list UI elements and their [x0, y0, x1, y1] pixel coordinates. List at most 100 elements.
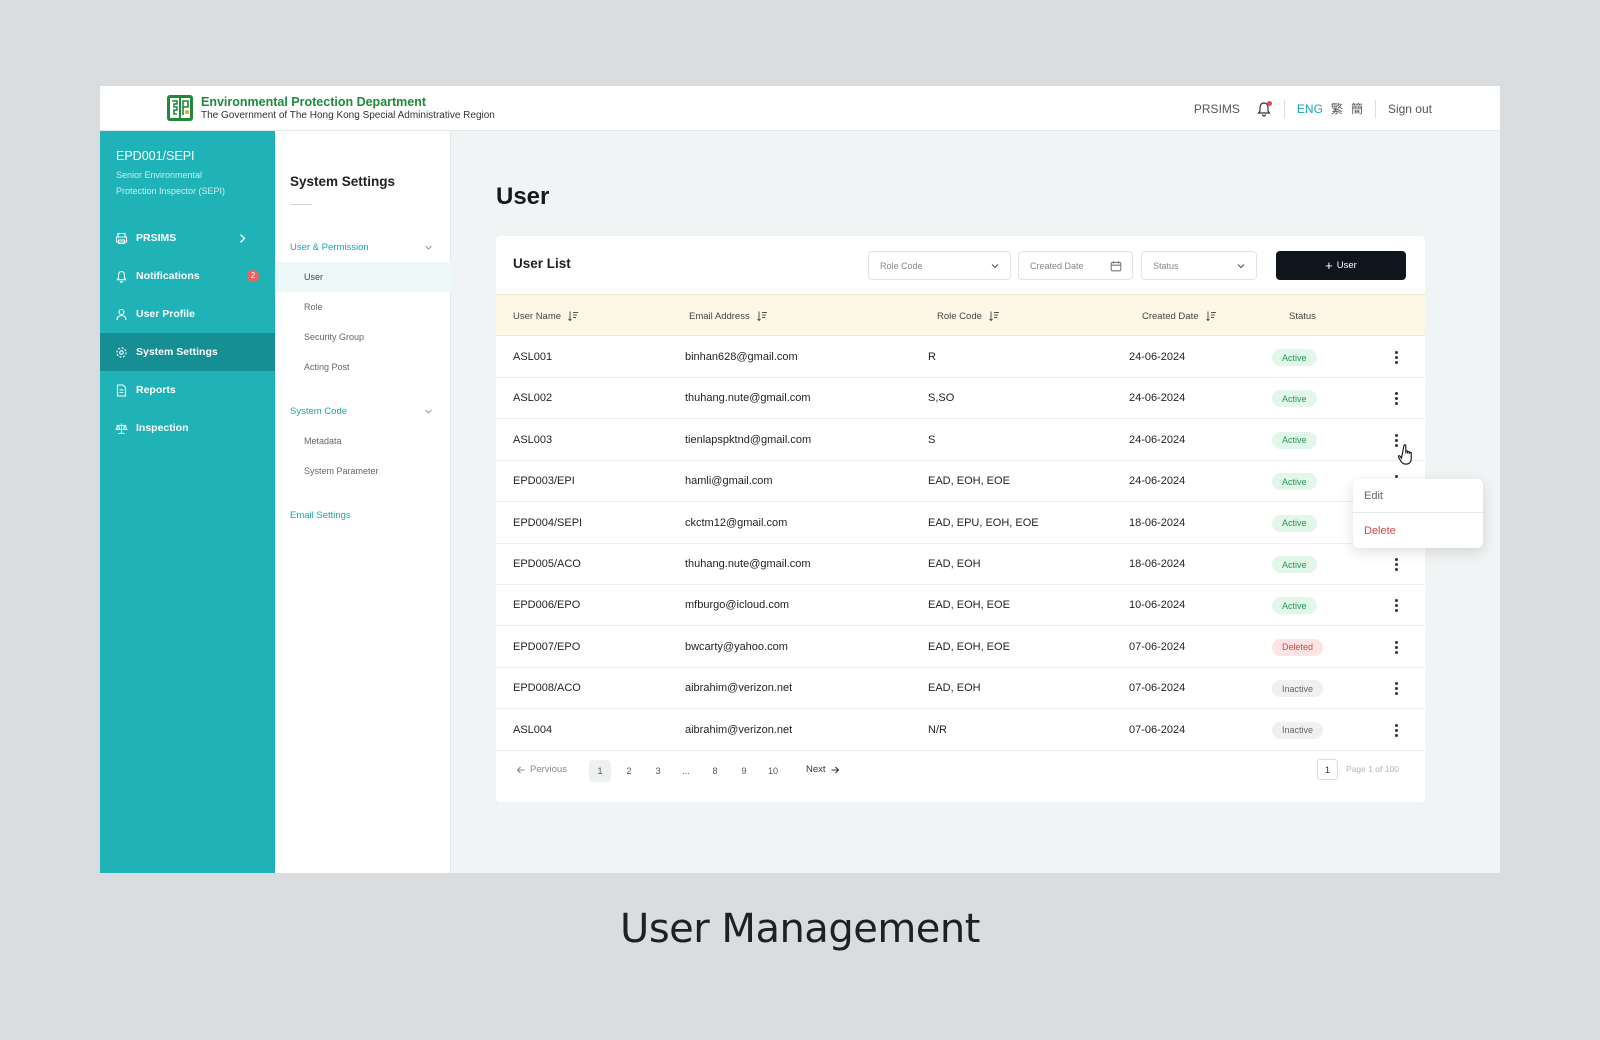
status-badge: Deleted: [1272, 638, 1324, 656]
status-badge: Active: [1272, 473, 1317, 491]
next-label: Next: [806, 764, 826, 775]
column-header-role-code[interactable]: Role Code: [937, 295, 1000, 337]
status-badge: Active: [1272, 514, 1317, 532]
notification-dot: [1266, 100, 1272, 106]
subnav-item-user[interactable]: User: [275, 262, 451, 292]
table-row[interactable]: ASL001 binhan628@gmail.com R 24-06-2024 Acti…: [496, 336, 1425, 378]
table-row[interactable]: EPD008/ACO aibrahim@verizon.net EAD, EOH 07…: [496, 667, 1425, 710]
page-jump-input[interactable]: 1: [1317, 759, 1338, 780]
add-user-button[interactable]: + User: [1276, 251, 1406, 280]
next-page-button[interactable]: Next: [806, 764, 840, 775]
column-header-user-name[interactable]: User Name: [513, 295, 579, 337]
prsims-link[interactable]: PRSIMS: [1194, 102, 1240, 116]
delete-menu-item[interactable]: Delete: [1353, 514, 1483, 548]
sidebar-item-user-profile[interactable]: User Profile: [100, 295, 275, 333]
subnav-item-acting-post[interactable]: Acting Post: [275, 352, 451, 382]
table-row[interactable]: EPD007/EPO bwcarty@yahoo.com EAD, EOH, EOE…: [496, 626, 1425, 668]
page-number[interactable]: 8: [704, 760, 726, 782]
sidebar-item-system-settings[interactable]: System Settings: [100, 333, 275, 371]
user-list-card: User List Role Code Created Date Status …: [496, 236, 1425, 802]
cell-email: ckctm12@gmail.com: [685, 516, 788, 529]
more-options-icon[interactable]: [1392, 722, 1400, 738]
lang-tc-button[interactable]: 繁: [1331, 100, 1343, 117]
table-row[interactable]: EPD003/EPI hamli@gmail.com EAD, EOH, EOE 24…: [496, 460, 1425, 503]
cell-user-name: EPD004/SEPI: [513, 516, 583, 529]
sidebar-item-prsims[interactable]: PRSIMS: [100, 219, 275, 257]
sort-icon[interactable]: [988, 310, 1000, 322]
column-header-created-date[interactable]: Created Date: [1142, 295, 1217, 337]
table-row[interactable]: ASL003 tienlapspktnd@gmail.com S 24-06-2024…: [496, 419, 1425, 461]
edit-menu-item[interactable]: Edit: [1353, 479, 1483, 513]
cell-created-date: 07-06-2024: [1129, 640, 1186, 653]
cell-role-code: EAD, EOH, EOE: [928, 640, 1010, 653]
sidebar-item-label: User Profile: [136, 308, 195, 320]
table-row[interactable]: ASL004 aibrahim@verizon.net N/R 07-06-2024 I…: [496, 709, 1425, 751]
table-row[interactable]: EPD004/SEPI ckctm12@gmail.com EAD, EPU, EO…: [496, 502, 1425, 544]
chevron-down-icon: [1237, 264, 1245, 269]
cell-email: binhan628@gmail.com: [685, 351, 798, 363]
hand-cursor-icon: [1398, 444, 1412, 465]
cell-email: thuhang.nute@gmail.com: [685, 558, 811, 570]
subnav-item-role[interactable]: Role: [275, 292, 451, 322]
more-options-icon[interactable]: [1392, 639, 1400, 655]
sort-icon[interactable]: [1205, 310, 1217, 322]
page-ellipsis: ...: [682, 766, 690, 776]
printer-icon: [115, 232, 128, 244]
sort-icon[interactable]: [567, 310, 579, 322]
cell-role-code: EAD, EOH, EOE: [928, 599, 1010, 612]
page-number[interactable]: 2: [618, 760, 640, 782]
chevron-down-icon: [425, 245, 432, 250]
subnav-item-metadata[interactable]: Metadata: [275, 426, 451, 456]
subnav-group-label: Email Settings: [290, 509, 351, 521]
status-select[interactable]: Status: [1141, 251, 1257, 280]
more-options-icon[interactable]: [1392, 349, 1400, 365]
sidebar-item-notifications[interactable]: Notifications 2: [100, 257, 275, 295]
column-header-status: Status: [1289, 295, 1316, 337]
more-options-icon[interactable]: [1392, 556, 1400, 572]
status-badge: Active: [1272, 431, 1317, 449]
brand-subtitle: The Government of The Hong Kong Special …: [201, 110, 495, 121]
column-label: Status: [1289, 310, 1316, 322]
notification-bell-icon[interactable]: [1256, 100, 1272, 117]
more-options-icon[interactable]: [1392, 680, 1400, 696]
role-code-select[interactable]: Role Code: [868, 251, 1011, 280]
table-row[interactable]: EPD005/ACO thuhang.nute@gmail.com EAD, EOH…: [496, 543, 1425, 585]
subnav-item-system-parameter[interactable]: System Parameter: [275, 456, 451, 486]
table-row[interactable]: EPD006/EPO mfburgo@icloud.com EAD, EOH, EO…: [496, 584, 1425, 627]
user-id: EPD001/SEPI: [116, 149, 195, 163]
user-role: Senior Environmental Protection Inspecto…: [116, 170, 226, 196]
page-number[interactable]: 3: [647, 760, 669, 782]
sidebar-item-inspection[interactable]: Inspection: [100, 409, 275, 447]
created-date-picker[interactable]: Created Date: [1018, 251, 1133, 280]
sort-icon[interactable]: [756, 310, 768, 322]
page-number[interactable]: 1: [589, 760, 611, 782]
more-options-icon[interactable]: [1392, 390, 1400, 406]
sidebar-item-reports[interactable]: Reports: [100, 371, 275, 409]
column-header-email[interactable]: Email Address: [689, 295, 768, 337]
subnav-group-email-settings[interactable]: Email Settings: [275, 502, 451, 528]
more-options-icon[interactable]: [1392, 597, 1400, 613]
cell-created-date: 18-06-2024: [1129, 516, 1186, 529]
subnav-item-security-group[interactable]: Security Group: [275, 322, 451, 352]
sign-out-link[interactable]: Sign out: [1388, 102, 1432, 116]
status-placeholder: Status: [1153, 260, 1179, 271]
cell-role-code: S: [928, 433, 936, 446]
sidebar-item-label: System Settings: [136, 346, 218, 358]
page-number[interactable]: 9: [733, 760, 755, 782]
topbar-actions: PRSIMS ENG 繁 簡 Sign out: [1194, 86, 1432, 131]
caption: User Management: [620, 906, 980, 952]
page-info: Page 1 of 100: [1346, 764, 1399, 774]
cell-role-code: EAD, EOH: [928, 682, 981, 695]
lang-sc-button[interactable]: 簡: [1351, 100, 1363, 117]
subnav-group-user-permission[interactable]: User & Permission: [275, 234, 451, 260]
cell-email: thuhang.nute@gmail.com: [685, 392, 811, 405]
sidebar-item-label: PRSIMS: [136, 232, 177, 244]
table-row[interactable]: ASL002 thuhang.nute@gmail.com S,SO 24-06-20…: [496, 377, 1425, 420]
page-title: User: [496, 183, 550, 210]
cell-role-code: EAD, EOH: [928, 558, 981, 570]
previous-page-button[interactable]: Pervious: [516, 764, 567, 775]
subnav-group-system-code[interactable]: System Code: [275, 398, 451, 424]
lang-eng-button[interactable]: ENG: [1297, 102, 1323, 116]
cell-user-name: ASL001: [513, 351, 553, 363]
page-number[interactable]: 10: [762, 760, 784, 782]
